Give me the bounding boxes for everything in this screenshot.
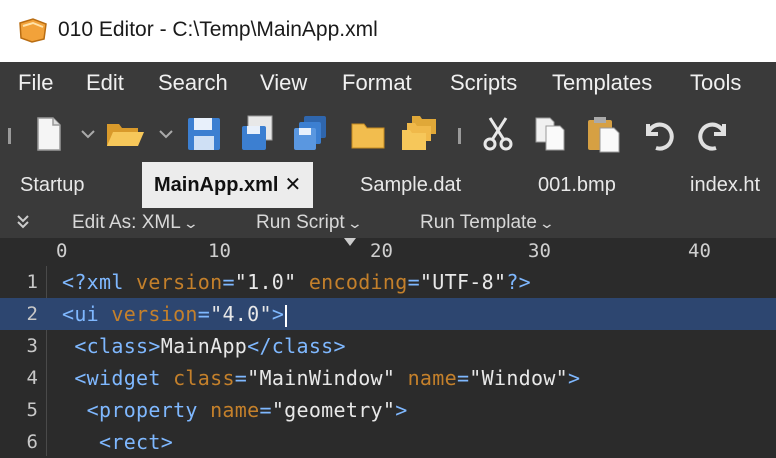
title-bar: 010 Editor - C:\Temp\MainApp.xml bbox=[0, 0, 776, 62]
toolbar-separator bbox=[458, 128, 461, 144]
code-line[interactable]: 1 <?xml version="1.0" encoding="UTF-8"?> bbox=[0, 266, 776, 298]
new-file-icon[interactable] bbox=[28, 114, 68, 154]
run-template-label: Run Template bbox=[420, 212, 537, 233]
chevron-down-icon: ⌄ bbox=[538, 215, 555, 231]
copy-icon[interactable] bbox=[530, 114, 570, 154]
code-line[interactable]: 5 <property name="geometry"> bbox=[0, 394, 776, 426]
code-text: <ui version="4.0"> bbox=[62, 302, 288, 327]
save-as-icon[interactable] bbox=[238, 114, 278, 154]
code-text: <widget class="MainWindow" name="Window"… bbox=[62, 366, 581, 390]
tab-sample-dat[interactable]: Sample.dat bbox=[360, 162, 461, 208]
menu-format[interactable]: Format bbox=[342, 70, 412, 96]
menu-view[interactable]: View bbox=[260, 70, 307, 96]
caret-column-marker-icon bbox=[344, 238, 356, 246]
code-line[interactable]: 4 <widget class="MainWindow" name="Windo… bbox=[0, 362, 776, 394]
chevron-down-icon: ⌄ bbox=[182, 215, 199, 231]
window-title: 010 Editor - C:\Temp\MainApp.xml bbox=[58, 18, 378, 41]
menu-tools[interactable]: Tools bbox=[690, 70, 741, 96]
code-text: <class>MainApp</class> bbox=[62, 334, 346, 358]
ruler-mark: 10 bbox=[208, 240, 231, 262]
close-icon[interactable]: ✕ bbox=[284, 174, 301, 196]
ruler-mark: 40 bbox=[688, 240, 711, 262]
toolbar-separator bbox=[8, 128, 11, 144]
code-line[interactable]: 3 <class>MainApp</class> bbox=[0, 330, 776, 362]
column-ruler: 0 10 20 30 40 bbox=[0, 238, 776, 267]
menu-edit[interactable]: Edit bbox=[86, 70, 124, 96]
code-editor[interactable]: 1 <?xml version="1.0" encoding="UTF-8"?> 2… bbox=[0, 266, 776, 456]
line-number: 2 bbox=[26, 303, 38, 325]
code-line[interactable]: 6 <rect> bbox=[0, 426, 776, 458]
save-icon[interactable] bbox=[184, 114, 224, 154]
line-number: 4 bbox=[26, 367, 38, 389]
menu-search[interactable]: Search bbox=[158, 70, 228, 96]
collapse-icon[interactable] bbox=[16, 214, 30, 230]
tab-001-bmp[interactable]: 001.bmp bbox=[538, 162, 616, 208]
menu-templates[interactable]: Templates bbox=[552, 70, 652, 96]
code-text: <property name="geometry"> bbox=[62, 398, 408, 422]
code-text: <?xml version="1.0" encoding="UTF-8"?> bbox=[62, 270, 531, 294]
run-script-label: Run Script bbox=[256, 212, 345, 233]
ruler-mark: 0 bbox=[56, 240, 68, 262]
menu-bar: File Edit Search View Format Scripts Tem… bbox=[0, 62, 776, 106]
code-text: <rect> bbox=[62, 430, 174, 454]
cut-icon[interactable] bbox=[478, 114, 518, 154]
editor-subbar: Edit As: XML ⌄ Run Script ⌄ Run Template ⌄ bbox=[0, 208, 776, 238]
chevron-down-icon: ⌄ bbox=[346, 215, 363, 231]
undo-icon[interactable] bbox=[638, 114, 678, 154]
run-script-dropdown[interactable]: Run Script ⌄ bbox=[256, 212, 363, 234]
edit-as-label: Edit As: XML bbox=[72, 212, 181, 233]
tab-index-html[interactable]: index.ht bbox=[690, 162, 760, 208]
line-number: 3 bbox=[26, 335, 38, 357]
folders-icon[interactable] bbox=[398, 114, 438, 154]
line-number: 1 bbox=[26, 271, 38, 293]
run-template-dropdown[interactable]: Run Template ⌄ bbox=[420, 212, 555, 234]
paste-icon[interactable] bbox=[584, 114, 624, 154]
open-folder-icon[interactable] bbox=[104, 114, 144, 154]
menu-file[interactable]: File bbox=[18, 70, 53, 96]
line-number: 5 bbox=[26, 399, 38, 421]
ruler-mark: 20 bbox=[370, 240, 393, 262]
edit-as-dropdown[interactable]: Edit As: XML ⌄ bbox=[72, 212, 199, 234]
chevron-down-icon[interactable] bbox=[80, 126, 96, 142]
line-number: 6 bbox=[26, 431, 38, 453]
redo-icon[interactable] bbox=[694, 114, 734, 154]
ruler-mark: 30 bbox=[528, 240, 551, 262]
save-all-icon[interactable] bbox=[290, 114, 330, 154]
code-line[interactable]: 2 <ui version="4.0"> bbox=[0, 298, 776, 330]
tab-startup[interactable]: Startup bbox=[20, 162, 84, 208]
tab-bar: Startup MainApp.xml ✕ Sample.dat 001.bmp … bbox=[0, 162, 776, 208]
text-caret bbox=[285, 304, 288, 327]
tab-mainapp-xml[interactable]: MainApp.xml ✕ bbox=[142, 162, 314, 208]
chevron-down-icon[interactable] bbox=[158, 126, 174, 142]
app-logo-icon bbox=[19, 18, 47, 43]
tab-label: MainApp.xml bbox=[154, 174, 279, 196]
folder-icon[interactable] bbox=[348, 114, 388, 154]
menu-scripts[interactable]: Scripts bbox=[450, 70, 517, 96]
toolbar bbox=[0, 106, 776, 162]
